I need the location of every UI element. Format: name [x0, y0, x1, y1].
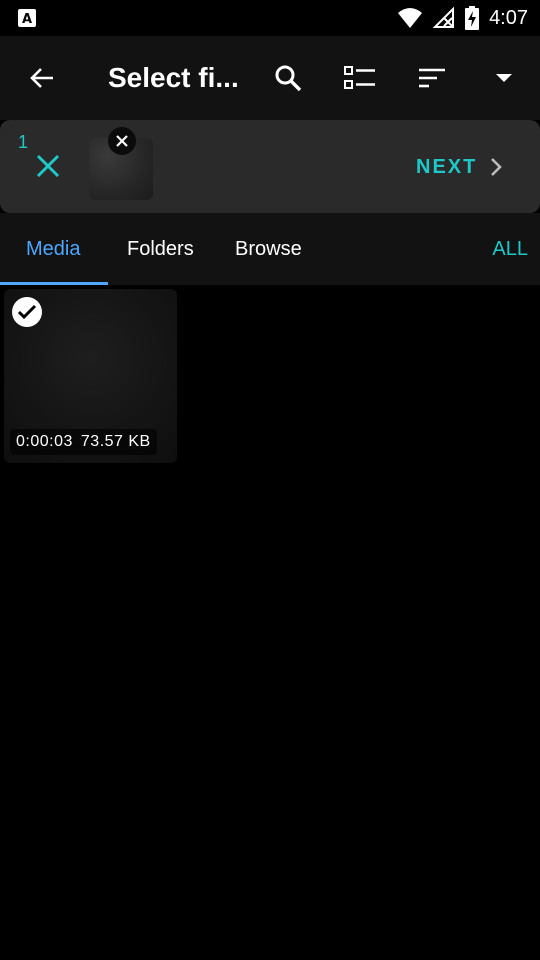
media-grid: 0:00:03 73.57 KB — [0, 285, 540, 960]
media-size: 73.57 KB — [80, 433, 151, 450]
back-icon[interactable] — [24, 60, 60, 96]
list-view-button[interactable] — [342, 60, 378, 96]
close-icon — [116, 135, 128, 147]
media-item[interactable]: 0:00:03 73.57 KB — [4, 289, 177, 463]
tab-media[interactable]: Media — [26, 213, 80, 285]
check-icon — [17, 304, 37, 320]
sort-button[interactable] — [414, 60, 450, 96]
status-time: 4:07 — [489, 6, 528, 29]
tab-all[interactable]: ALL — [492, 213, 528, 285]
no-signal-icon — [433, 7, 455, 28]
next-label: NEXT — [416, 155, 478, 178]
media-duration: 0:00:03 — [16, 433, 73, 450]
status-bar: A 4:07 — [0, 0, 540, 36]
search-icon — [275, 65, 302, 92]
wifi-icon — [398, 8, 423, 28]
status-right: 4:07 — [397, 0, 528, 36]
a-icon: A — [18, 9, 36, 27]
tab-bar: Media Folders Browse ALL — [0, 213, 540, 285]
tab-folders[interactable]: Folders — [127, 213, 194, 285]
remove-thumbnail-button[interactable] — [108, 127, 136, 155]
clear-selection-icon[interactable] — [34, 152, 62, 180]
selected-check[interactable] — [12, 297, 42, 327]
media-meta: 0:00:03 73.57 KB — [10, 429, 157, 455]
next-button[interactable]: NEXT — [416, 152, 503, 182]
dropdown-icon — [496, 74, 512, 82]
app-bar: Select fi... — [0, 36, 540, 120]
page-title: Select fi... — [108, 62, 239, 93]
list-view-icon — [344, 66, 375, 89]
tab-browse[interactable]: Browse — [235, 213, 302, 285]
svg-text:A: A — [22, 12, 32, 27]
selection-count: 1 — [18, 132, 29, 152]
search-button[interactable] — [270, 60, 306, 96]
battery-charging-icon — [465, 6, 480, 30]
sort-icon — [419, 68, 445, 88]
dropdown-button[interactable] — [486, 60, 522, 96]
chevron-right-icon — [491, 158, 503, 176]
selection-bar: 1 NEXT — [0, 120, 540, 213]
